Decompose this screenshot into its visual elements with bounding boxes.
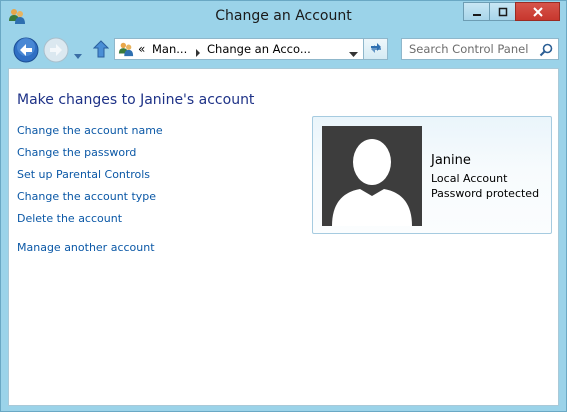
account-type: Local Account bbox=[431, 172, 508, 185]
breadcrumb-separator-icon[interactable] bbox=[195, 46, 201, 60]
breadcrumb-manage-accounts[interactable]: Man... bbox=[152, 42, 187, 56]
search-placeholder[interactable]: Search Control Panel bbox=[409, 42, 528, 56]
window: Change an Account « Man... Change an Acc… bbox=[0, 0, 567, 412]
user-silhouette-icon bbox=[322, 139, 422, 226]
account-name: Janine bbox=[431, 153, 471, 168]
minimize-button[interactable] bbox=[463, 2, 489, 21]
content-pane: Make changes to Janine's account Change … bbox=[8, 68, 559, 406]
forward-arrow-icon[interactable] bbox=[43, 37, 69, 67]
manage-another-account-link[interactable]: Manage another account bbox=[17, 241, 155, 254]
close-button[interactable] bbox=[515, 2, 560, 21]
users-icon bbox=[118, 41, 134, 57]
account-password-status: Password protected bbox=[431, 187, 540, 200]
delete-account-link[interactable]: Delete the account bbox=[17, 212, 122, 225]
avatar bbox=[322, 126, 422, 226]
page-heading: Make changes to Janine's account bbox=[17, 92, 255, 108]
navigation-bar: « Man... Change an Acco... Search Contro… bbox=[1, 31, 566, 67]
breadcrumb-overflow[interactable]: « bbox=[138, 42, 145, 56]
title-bar: Change an Account bbox=[1, 1, 566, 31]
parental-controls-link[interactable]: Set up Parental Controls bbox=[17, 168, 150, 181]
back-arrow-icon[interactable] bbox=[13, 37, 39, 67]
refresh-button[interactable] bbox=[364, 38, 388, 60]
address-bar[interactable]: « Man... Change an Acco... bbox=[114, 38, 364, 60]
search-icon[interactable] bbox=[539, 42, 553, 61]
refresh-icon bbox=[369, 40, 383, 59]
up-arrow-icon[interactable] bbox=[92, 40, 110, 62]
address-dropdown-icon[interactable] bbox=[349, 47, 358, 61]
breadcrumb-change-account[interactable]: Change an Acco... bbox=[207, 42, 311, 56]
window-controls bbox=[463, 2, 560, 22]
change-password-link[interactable]: Change the password bbox=[17, 146, 136, 159]
change-account-type-link[interactable]: Change the account type bbox=[17, 190, 156, 203]
search-box[interactable]: Search Control Panel bbox=[401, 38, 559, 60]
recent-pages-dropdown[interactable] bbox=[73, 46, 83, 65]
change-account-name-link[interactable]: Change the account name bbox=[17, 124, 163, 137]
maximize-button[interactable] bbox=[489, 2, 515, 21]
account-card: Janine Local Account Password protected bbox=[312, 116, 552, 234]
